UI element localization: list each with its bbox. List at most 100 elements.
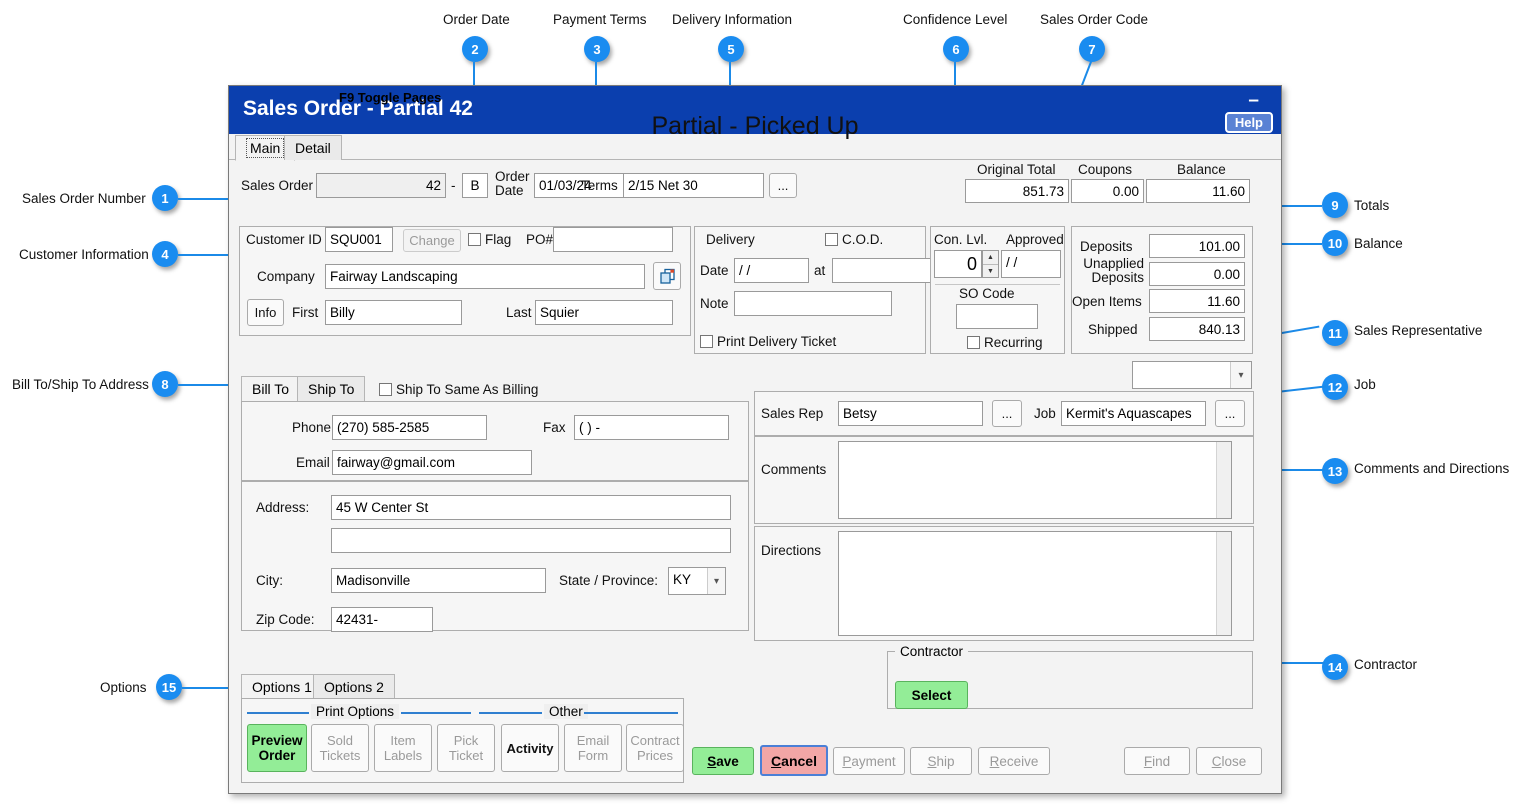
tab-options-2[interactable]: Options 2 — [313, 674, 395, 700]
find-button[interactable]: Find — [1124, 747, 1190, 775]
first-name-input[interactable]: Billy — [325, 300, 462, 325]
payment-button[interactable]: Payment — [833, 747, 905, 775]
tab-bill-to[interactable]: Bill To — [241, 376, 301, 403]
find-button-label: Find — [1143, 753, 1171, 769]
callout-badge-11: 11 — [1322, 320, 1348, 346]
shipped-value: 840.13 — [1149, 317, 1245, 341]
original-total-label: Original Total — [977, 162, 1056, 177]
terms-input[interactable]: 2/15 Net 30 — [623, 173, 764, 198]
chevron-down-icon[interactable]: ▾ — [1230, 362, 1251, 388]
sales-rep-browse-button[interactable]: ... — [992, 400, 1022, 427]
spinner-up-icon[interactable]: ▲ — [983, 251, 998, 265]
sold-tickets-button[interactable]: Sold Tickets — [311, 724, 369, 772]
email-form-button[interactable]: Email Form — [564, 724, 622, 772]
contractor-select-button[interactable]: Select — [895, 681, 968, 709]
zip-input[interactable]: 42431- — [331, 607, 433, 632]
callout-label-4: Customer Information — [19, 247, 149, 262]
customer-info-button[interactable]: Info — [247, 299, 284, 326]
job-browse-button[interactable]: ... — [1215, 400, 1245, 427]
item-labels-button[interactable]: Item Labels — [374, 724, 432, 772]
cancel-button[interactable]: Cancel — [760, 745, 828, 776]
tab-options-1[interactable]: Options 1 — [241, 674, 323, 701]
activity-button[interactable]: Activity — [501, 724, 559, 772]
directions-textarea[interactable] — [838, 531, 1232, 636]
delivery-time-input[interactable] — [832, 258, 933, 283]
phone-input[interactable]: (270) 585-2585 — [332, 415, 487, 440]
job-input[interactable]: Kermit's Aquascapes — [1061, 401, 1206, 426]
address-line1-input[interactable]: 45 W Center St — [331, 495, 731, 520]
sales-rep-input[interactable]: Betsy — [838, 401, 983, 426]
other-rule-right — [584, 712, 678, 714]
callout-badge-14: 14 — [1322, 654, 1348, 680]
city-input[interactable]: Madisonville — [331, 568, 546, 593]
sales-order-dash: - — [451, 178, 456, 193]
sales-order-number-input[interactable]: 42 — [316, 173, 446, 198]
tab-ship-to[interactable]: Ship To — [297, 376, 366, 402]
company-input[interactable]: Fairway Landscaping — [325, 264, 645, 289]
original-total-value: 851.73 — [965, 179, 1069, 203]
comments-scrollbar[interactable] — [1216, 442, 1231, 518]
po-input[interactable] — [553, 227, 673, 252]
pick-ticket-button[interactable]: Pick Ticket — [437, 724, 495, 772]
ship-button-label: Ship — [927, 753, 955, 769]
print-options-rule-right — [401, 712, 471, 714]
fax-input[interactable]: ( ) - — [574, 415, 729, 440]
contractor-title: Contractor — [895, 644, 969, 659]
print-delivery-ticket-checkbox[interactable] — [700, 335, 713, 348]
close-button[interactable]: Close — [1196, 747, 1262, 775]
receive-button-label: Receive — [989, 753, 1039, 769]
unlabeled-dropdown[interactable]: ▾ — [1132, 361, 1252, 389]
confidence-level-input[interactable]: 0 — [934, 250, 982, 278]
callout-badge-15: 15 — [156, 674, 182, 700]
ship-button[interactable]: Ship — [910, 747, 972, 775]
po-label: PO# — [526, 232, 554, 247]
terms-browse-button[interactable]: ... — [769, 173, 797, 198]
address-line2-input[interactable] — [331, 528, 731, 553]
confidence-separator — [935, 284, 1060, 285]
callout-badge-10: 10 — [1322, 230, 1348, 256]
spinner-down-icon[interactable]: ▼ — [983, 265, 998, 278]
deposits-value: 101.00 — [1149, 234, 1245, 258]
unapplied-deposits-value: 0.00 — [1149, 262, 1245, 286]
coupons-label: Coupons — [1078, 162, 1133, 177]
copy-icon — [659, 268, 675, 284]
order-date-label: Order Date — [495, 169, 530, 198]
comments-textarea[interactable] — [838, 441, 1232, 519]
approved-date-input[interactable]: / / — [1001, 250, 1061, 278]
state-label: State / Province: — [559, 573, 659, 588]
copy-icon-button[interactable] — [653, 262, 681, 290]
callout-badge-12: 12 — [1322, 374, 1348, 400]
coupons-value: 0.00 — [1071, 179, 1144, 203]
save-button-label: Save — [707, 753, 739, 769]
callout-label-3: Payment Terms — [553, 12, 647, 27]
so-code-input[interactable] — [956, 304, 1038, 329]
confidence-level-spinner[interactable]: ▲ ▼ — [982, 250, 999, 278]
receive-button[interactable]: Receive — [978, 747, 1050, 775]
approved-label: Approved — [1006, 232, 1064, 247]
confidence-level-label: Con. Lvl. — [934, 232, 988, 247]
print-delivery-ticket-label: Print Delivery Ticket — [717, 334, 837, 349]
directions-scrollbar[interactable] — [1216, 532, 1231, 635]
preview-order-button[interactable]: Preview Order — [247, 724, 307, 772]
last-name-input[interactable]: Squier — [535, 300, 673, 325]
contract-prices-button[interactable]: Contract Prices — [626, 724, 684, 772]
customer-id-input[interactable]: SQU001 — [325, 227, 393, 252]
cod-checkbox[interactable] — [825, 233, 838, 246]
change-customer-button[interactable]: Change — [403, 229, 461, 252]
flag-label: Flag — [485, 232, 512, 247]
delivery-note-input[interactable] — [734, 291, 892, 316]
sales-order-suffix-input[interactable]: B — [462, 173, 488, 198]
save-button[interactable]: Save — [692, 747, 754, 775]
company-label: Company — [257, 269, 315, 284]
delivery-date-input[interactable]: / / — [734, 258, 809, 283]
flag-checkbox[interactable] — [468, 233, 481, 246]
minimize-button[interactable]: – — [1248, 91, 1259, 110]
email-input[interactable]: fairway@gmail.com — [332, 450, 532, 475]
recurring-checkbox[interactable] — [967, 336, 980, 349]
callout-label-13: Comments and Directions — [1354, 461, 1510, 476]
customer-id-label: Customer ID — [246, 232, 322, 247]
state-select-value: KY — [673, 572, 692, 587]
ship-same-as-billing-checkbox[interactable] — [379, 383, 392, 396]
state-select[interactable]: KY ▾ — [668, 567, 726, 595]
chevron-down-icon-state[interactable]: ▾ — [707, 568, 725, 594]
